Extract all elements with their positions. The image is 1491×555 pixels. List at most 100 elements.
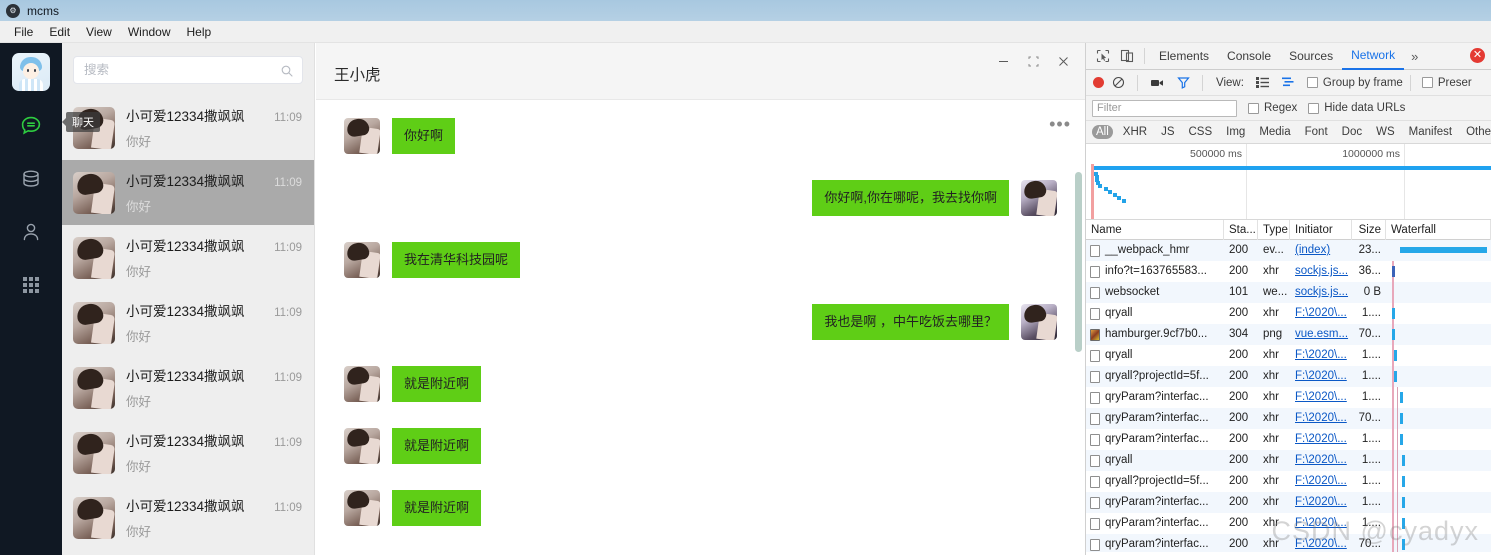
list-item[interactable]: 小可爱12334撒飒飒 11:09 你好 xyxy=(62,420,314,485)
waterfall-view-icon[interactable] xyxy=(1277,72,1301,94)
clear-button[interactable] xyxy=(1106,72,1130,94)
table-row[interactable]: qryParam?interfac... 200 xhr F:\2020\...… xyxy=(1086,387,1491,408)
type-filter-media[interactable]: Media xyxy=(1255,125,1294,139)
chevron-more-tabs-icon[interactable]: » xyxy=(1404,49,1425,64)
request-initiator[interactable]: F:\2020\... xyxy=(1295,454,1347,466)
request-initiator[interactable]: F:\2020\... xyxy=(1295,538,1347,550)
regex-control[interactable]: Regex xyxy=(1248,102,1297,114)
type-filter-other[interactable]: Other xyxy=(1462,125,1491,139)
regex-checkbox[interactable] xyxy=(1248,102,1259,114)
type-filter-doc[interactable]: Doc xyxy=(1338,125,1366,139)
menu-item-edit[interactable]: Edit xyxy=(41,23,78,41)
request-initiator[interactable]: (index) xyxy=(1295,244,1330,256)
avatar[interactable] xyxy=(12,53,50,91)
group-by-frame-checkbox[interactable] xyxy=(1306,77,1318,88)
request-initiator[interactable]: F:\2020\... xyxy=(1295,349,1347,361)
table-row[interactable]: qryall 200 xhr F:\2020\... 1.... xyxy=(1086,345,1491,366)
table-row[interactable]: qryParam?interfac... 200 xhr F:\2020\...… xyxy=(1086,534,1491,552)
minimize-icon[interactable] xyxy=(989,50,1017,72)
list-item[interactable]: 聊天 小可爱12334撒飒飒 11:09 你好 xyxy=(62,95,314,160)
device-toolbar-icon[interactable] xyxy=(1115,45,1139,67)
type-filter-img[interactable]: Img xyxy=(1222,125,1249,139)
network-overview-timeline[interactable]: 500000 ms 1000000 ms xyxy=(1086,144,1491,220)
table-row[interactable]: qryall 200 xhr F:\2020\... 1.... xyxy=(1086,303,1491,324)
conversation-scrollbar[interactable] xyxy=(1075,172,1082,352)
request-initiator[interactable]: F:\2020\... xyxy=(1295,433,1347,445)
table-row[interactable]: hamburger.9cf7b0... 304 png vue.esm... 7… xyxy=(1086,324,1491,345)
type-filter-xhr[interactable]: XHR xyxy=(1119,125,1151,139)
table-row[interactable]: websocket 101 we... sockjs.js... 0 B xyxy=(1086,282,1491,303)
type-filter-font[interactable]: Font xyxy=(1301,125,1332,139)
sidebar-item-apps[interactable] xyxy=(14,270,48,300)
table-row[interactable]: qryall?projectId=5f... 200 xhr F:\2020\.… xyxy=(1086,366,1491,387)
request-initiator[interactable]: sockjs.js... xyxy=(1295,265,1348,277)
filter-input[interactable] xyxy=(1092,99,1237,117)
network-rows[interactable]: __webpack_hmr 200 ev... (index) 23... in… xyxy=(1086,240,1491,552)
sidebar-item-contacts[interactable] xyxy=(14,217,48,247)
preserve-log-control[interactable]: Preser xyxy=(1421,77,1472,89)
tab-console[interactable]: Console xyxy=(1218,43,1280,70)
request-initiator[interactable]: vue.esm... xyxy=(1295,328,1348,340)
contact-person-icon xyxy=(19,220,43,244)
error-badge[interactable]: ✕ xyxy=(1470,48,1485,63)
type-filter-js[interactable]: JS xyxy=(1157,125,1178,139)
list-item[interactable]: 小可爱12334撒飒飒 11:09 你好 xyxy=(62,485,314,550)
sidebar-item-chat[interactable] xyxy=(14,111,48,141)
maximize-icon[interactable] xyxy=(1019,50,1047,72)
chat-list[interactable]: 聊天 小可爱12334撒飒飒 11:09 你好 小可爱12334撒飒飒 11:0… xyxy=(62,95,314,550)
nav-rail xyxy=(0,43,62,555)
type-filter-css[interactable]: CSS xyxy=(1184,125,1216,139)
column-header-name[interactable]: Name xyxy=(1086,219,1224,240)
type-filter-manifest[interactable]: Manifest xyxy=(1405,125,1456,139)
camera-icon[interactable] xyxy=(1145,72,1169,94)
request-initiator[interactable]: F:\2020\... xyxy=(1295,496,1347,508)
database-icon xyxy=(19,167,43,191)
request-initiator[interactable]: F:\2020\... xyxy=(1295,412,1347,424)
table-row[interactable]: qryParam?interfac... 200 xhr F:\2020\...… xyxy=(1086,513,1491,534)
table-row[interactable]: qryParam?interfac... 200 xhr F:\2020\...… xyxy=(1086,492,1491,513)
request-initiator[interactable]: F:\2020\... xyxy=(1295,370,1347,382)
sidebar-item-database[interactable] xyxy=(14,164,48,194)
tab-network[interactable]: Network xyxy=(1342,43,1405,70)
tab-sources[interactable]: Sources xyxy=(1280,43,1342,70)
request-initiator[interactable]: F:\2020\... xyxy=(1295,517,1347,529)
table-row[interactable]: info?t=163765583... 200 xhr sockjs.js...… xyxy=(1086,261,1491,282)
menu-item-window[interactable]: Window xyxy=(120,23,179,41)
menu-item-file[interactable]: File xyxy=(6,23,41,41)
preserve-log-checkbox[interactable] xyxy=(1421,77,1433,88)
search-box[interactable] xyxy=(73,56,303,84)
request-initiator[interactable]: F:\2020\... xyxy=(1295,475,1347,487)
record-button[interactable] xyxy=(1093,77,1104,88)
request-initiator[interactable]: F:\2020\... xyxy=(1295,391,1347,403)
list-item[interactable]: 小可爱12334撒飒飒 11:09 你好 xyxy=(62,290,314,355)
list-item[interactable]: 小可爱12334撒飒飒 11:09 你好 xyxy=(62,355,314,420)
table-row[interactable]: qryParam?interfac... 200 xhr F:\2020\...… xyxy=(1086,408,1491,429)
list-item[interactable]: 小可爱12334撒飒飒 11:09 你好 xyxy=(62,160,314,225)
hide-data-urls-control[interactable]: Hide data URLs xyxy=(1308,102,1405,114)
hide-data-urls-checkbox[interactable] xyxy=(1308,102,1320,114)
column-header-status[interactable]: Sta... xyxy=(1224,219,1258,240)
request-initiator[interactable]: F:\2020\... xyxy=(1295,307,1347,319)
menu-item-help[interactable]: Help xyxy=(179,23,220,41)
request-initiator[interactable]: sockjs.js... xyxy=(1295,286,1348,298)
inspect-element-icon[interactable] xyxy=(1091,45,1115,67)
menu-item-view[interactable]: View xyxy=(78,23,120,41)
list-item[interactable]: 小可爱12334撒飒飒 11:09 你好 xyxy=(62,225,314,290)
list-view-icon[interactable] xyxy=(1251,72,1275,94)
chat-time: 11:09 xyxy=(274,112,302,124)
column-header-size[interactable]: Size xyxy=(1352,219,1386,240)
table-row[interactable]: qryParam?interfac... 200 xhr F:\2020\...… xyxy=(1086,429,1491,450)
close-icon[interactable] xyxy=(1049,50,1077,72)
type-filter-ws[interactable]: WS xyxy=(1372,125,1399,139)
search-input[interactable] xyxy=(74,63,302,77)
table-row[interactable]: qryall?projectId=5f... 200 xhr F:\2020\.… xyxy=(1086,471,1491,492)
tab-elements[interactable]: Elements xyxy=(1150,43,1218,70)
table-row[interactable]: __webpack_hmr 200 ev... (index) 23... xyxy=(1086,240,1491,261)
filter-funnel-icon[interactable] xyxy=(1171,72,1195,94)
type-filter-all[interactable]: All xyxy=(1092,125,1113,139)
table-row[interactable]: qryall 200 xhr F:\2020\... 1.... xyxy=(1086,450,1491,471)
column-header-waterfall[interactable]: Waterfall xyxy=(1386,219,1491,240)
column-header-type[interactable]: Type xyxy=(1258,219,1290,240)
column-header-initiator[interactable]: Initiator xyxy=(1290,219,1352,240)
group-by-frame-control[interactable]: Group by frame xyxy=(1306,77,1403,89)
